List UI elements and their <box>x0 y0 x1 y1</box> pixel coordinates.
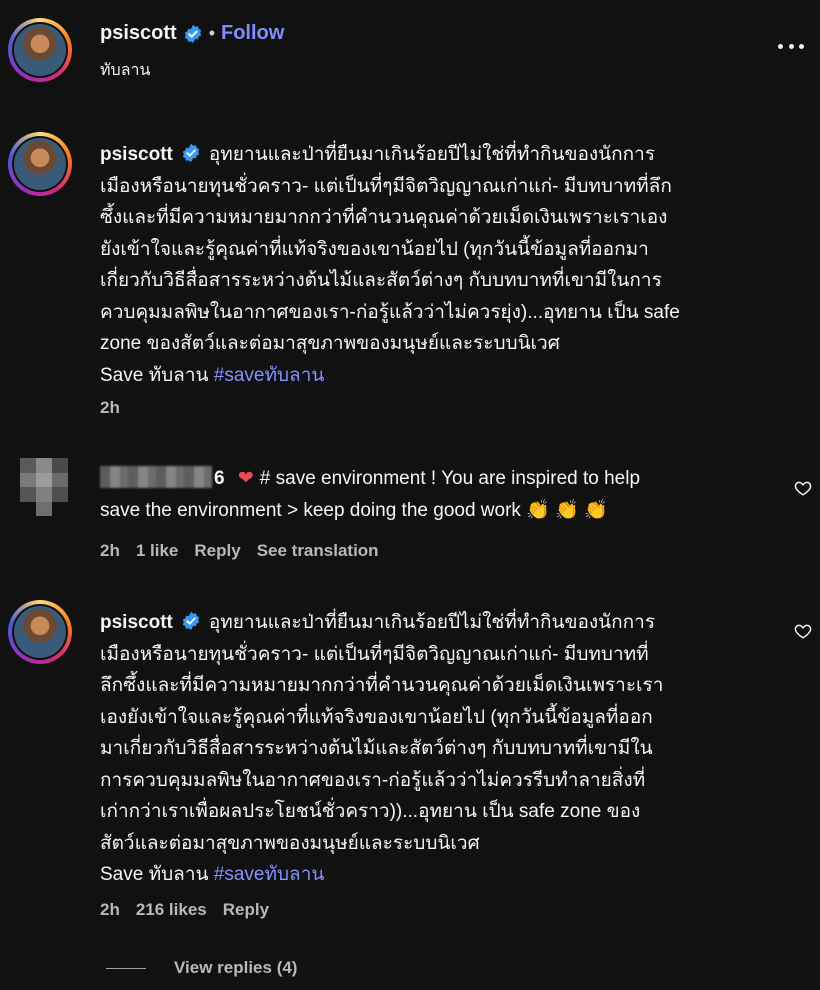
follow-button[interactable]: Follow <box>221 22 284 45</box>
comment-text-line: zone ของสัตว์และต่อมาสุขภาพของมนุษย์และร… <box>100 333 560 354</box>
comment-text-line: อุทยานและป่าที่ยืนมาเกินร้อยปีไม่ใช่ที่ท… <box>208 144 656 165</box>
separator-dot: • <box>208 23 215 43</box>
see-translation-link[interactable]: See translation <box>257 541 379 561</box>
save-text: Save ทับลาน <box>100 864 209 885</box>
comment-text-line: สัตว์และต่อมาสุขภาพของมนุษย์และระบบนิเวศ <box>100 832 480 854</box>
post-location[interactable]: ทับลาน <box>100 58 150 83</box>
comment-text-line: # save environment ! You are inspired to… <box>259 468 641 489</box>
comment-meta: 2h 1 like Reply See translation <box>100 541 379 561</box>
post-header: psiscott • Follow <box>100 22 284 45</box>
like-heart-icon[interactable] <box>794 479 812 497</box>
comment-text-line: เมืองหรือนายทุนชั่วคราว- แต่เป็นที่ๆมีจิ… <box>100 175 672 197</box>
comment-text-line: มาเกี่ยวกับวิธีสื่อสารระหว่างต้นไม้และสั… <box>100 738 653 759</box>
like-count[interactable]: 216 likes <box>136 900 207 920</box>
verified-badge-icon <box>182 143 200 163</box>
comment-text-line: เมืองหรือนายทุนชั่วคราว- แต่เป็นที่ๆมีจิ… <box>100 643 649 665</box>
verified-badge-icon <box>184 24 201 43</box>
comment-timestamp[interactable]: 2h <box>100 900 120 920</box>
comment-author-avatar[interactable] <box>8 600 72 664</box>
like-heart-icon[interactable] <box>794 622 812 640</box>
comment-text-line: เกี่ยวกับวิธีสื่อสารระหว่างต้นไม้และสัตว… <box>100 270 662 291</box>
hashtag-link[interactable]: #saveทับลาน <box>214 365 325 386</box>
comment-text-line: ควบคุมมลพิษในอากาศของเรา-ก่อรู้แล้วว่าไม… <box>100 301 680 323</box>
verified-badge-icon <box>182 611 200 631</box>
reply-button[interactable]: Reply <box>194 541 240 561</box>
view-replies-label[interactable]: View replies (4) <box>174 958 297 978</box>
comment-timestamp[interactable]: 2h <box>100 541 120 561</box>
comment-timestamp[interactable]: 2h <box>100 398 120 418</box>
comment-meta: 2h <box>100 398 120 418</box>
view-replies-button[interactable]: View replies (4) <box>106 958 297 978</box>
comment-text-line: ยังเข้าใจและรู้คุณค่าที่แท้จริงของเขาน้อ… <box>100 238 649 260</box>
post-author-avatar[interactable] <box>8 18 72 82</box>
replies-divider <box>106 967 146 969</box>
hashtag-link[interactable]: #saveทับลาน <box>214 864 325 885</box>
comment-text-line: เก่ากว่าเราเพื่อผลประโยชน์ชั่วคราว))...อ… <box>100 801 641 822</box>
comment-text-line: save the environment > keep doing the go… <box>100 499 608 521</box>
comment-meta: 2h 216 likes Reply <box>100 900 269 920</box>
post-author-username[interactable]: psiscott <box>100 22 177 45</box>
heart-emoji: ❤ <box>237 468 254 489</box>
comment-text-line: เองยังเข้าใจและรู้คุณค่าที่แท้จริงของเขา… <box>100 706 653 728</box>
comment-author-avatar[interactable] <box>8 132 72 196</box>
comment-author-username[interactable]: psiscott <box>100 144 173 165</box>
username-suffix[interactable]: 6 <box>214 468 225 489</box>
reply-button[interactable]: Reply <box>223 900 269 920</box>
comment-text-line: อุทยานและป่าที่ยืนมาเกินร้อยปีไม่ใช่ที่ท… <box>208 612 656 633</box>
more-horizontal-icon[interactable] <box>778 44 804 50</box>
comment-body: psiscott อุทยานและป่าที่ยืนมาเกินร้อยปีไ… <box>100 139 760 391</box>
comment-text-line: การควบคุมมลพิษในอากาศของเรา-ก่อรู้แล้วว่… <box>100 769 646 791</box>
comment-author-username[interactable]: psiscott <box>100 612 173 633</box>
comment-body: 6 ❤ # save environment ! You are inspired… <box>100 463 780 526</box>
comment-text-line: ซึ้งและที่มีความหมายมากกว่าที่คำนวนคุณค่… <box>100 207 668 228</box>
blurred-avatar[interactable] <box>20 458 68 516</box>
comment-text-line: ลึกซึ้งและที่มีความหมายมากกว่าที่คำนวนคุ… <box>100 675 664 696</box>
save-text: Save ทับลาน <box>100 364 209 386</box>
comment-body: psiscott อุทยานและป่าที่ยืนมาเกินร้อยปีไ… <box>100 607 760 891</box>
like-count[interactable]: 1 like <box>136 541 179 561</box>
blurred-username[interactable] <box>100 466 212 488</box>
